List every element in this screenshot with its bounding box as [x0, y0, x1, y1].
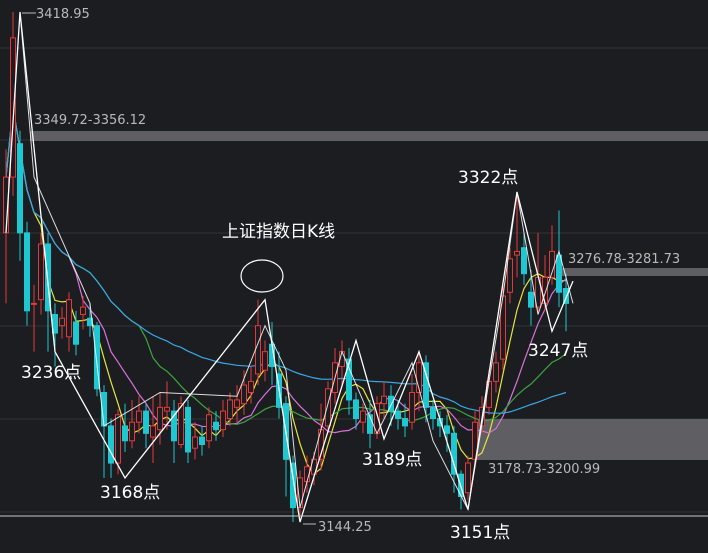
candle-9	[66, 292, 72, 352]
candle-5	[38, 232, 44, 315]
candle-65	[458, 470, 464, 510]
zone-label-1: 3349.72-3356.12	[34, 113, 146, 128]
candle-body-37	[262, 351, 268, 371]
candle-body-63	[444, 425, 450, 434]
candle-body-30	[213, 421, 219, 431]
candle-body-74	[521, 247, 527, 275]
candle-body-10	[73, 321, 79, 345]
zone-band-1	[30, 131, 708, 141]
candle-4	[31, 284, 37, 352]
candle-body-51	[360, 410, 366, 423]
candle-body-3	[24, 232, 30, 312]
candle-31	[220, 399, 226, 438]
high-price-label: 3418.95	[36, 7, 90, 22]
candle-body-8	[59, 317, 65, 327]
candle-66	[465, 455, 471, 501]
candle-body-11	[80, 306, 86, 316]
candle-body-19	[136, 410, 142, 423]
candle-body-75	[528, 291, 534, 308]
candle-body-4	[31, 302, 37, 305]
candle-body-33	[234, 399, 240, 408]
candle-19	[136, 396, 142, 434]
candle-body-15	[108, 425, 114, 464]
wave-label-3151: 3151点	[450, 523, 510, 543]
candle-24	[171, 399, 177, 464]
chart-title: 上证指数日K线	[222, 222, 335, 242]
candle-29	[206, 407, 212, 449]
ma-line-4	[5, 107, 567, 414]
candle-body-27	[192, 436, 198, 449]
candle-body-9	[66, 299, 72, 338]
zone-label-3: 3178.73-3200.99	[488, 462, 600, 477]
candle-75	[528, 269, 534, 326]
candle-body-61	[430, 406, 436, 419]
candle-body-58	[409, 392, 415, 423]
low-price-label: 3144.25	[318, 520, 372, 535]
candle-body-32	[227, 399, 233, 419]
candle-34	[241, 370, 247, 415]
candle-body-50	[353, 399, 359, 419]
candle-body-54	[381, 395, 387, 405]
candle-body-56	[395, 410, 401, 419]
candle-body-36	[255, 325, 261, 375]
candle-11	[80, 295, 86, 330]
candle-78	[549, 225, 555, 285]
candle-27	[192, 422, 198, 460]
candle-body-46	[325, 388, 331, 427]
candle-body-29	[206, 414, 212, 442]
candle-58	[409, 373, 415, 430]
candle-body-72	[507, 258, 513, 293]
zone-label-2: 3276.78-3281.73	[568, 252, 680, 267]
wave-label-3236: 3236点	[21, 363, 81, 383]
candle-body-28	[199, 436, 205, 445]
candle-body-18	[129, 421, 135, 442]
candle-22	[157, 392, 163, 445]
candle-body-66	[465, 462, 471, 494]
candle-32	[227, 392, 233, 426]
candle-52	[367, 399, 373, 449]
candle-body-57	[402, 417, 408, 427]
candle-20	[143, 403, 149, 449]
candle-21	[150, 396, 156, 464]
candle-body-73	[514, 250, 520, 256]
zone-band-2	[560, 268, 708, 276]
candle-70	[493, 351, 499, 393]
candle-body-21	[150, 425, 156, 438]
candle-2	[17, 130, 23, 261]
wave-label-3189: 3189点	[362, 450, 422, 470]
candle-body-16	[115, 414, 121, 464]
candle-8	[59, 307, 65, 339]
candle-60	[423, 355, 429, 423]
candle-17	[122, 403, 128, 452]
candle-body-17	[122, 425, 128, 442]
candle-6	[45, 232, 51, 352]
candle-body-79	[556, 254, 562, 293]
candle-body-5	[38, 243, 44, 301]
wave-label-3168: 3168点	[100, 483, 160, 503]
candle-body-22	[157, 406, 163, 431]
highlight-ellipse	[240, 259, 284, 293]
candle-28	[199, 425, 205, 456]
candle-body-26	[185, 406, 191, 453]
candle-18	[129, 399, 135, 449]
candle-body-34	[241, 384, 247, 405]
candle-body-70	[493, 362, 499, 382]
candle-body-2	[17, 143, 23, 234]
candle-body-23	[164, 406, 170, 412]
candle-body-20	[143, 410, 149, 434]
chart-canvas: 3418.95 3144.25 3349.72-3356.12 3276.78-…	[0, 7, 708, 543]
wave-label-3322: 3322点	[458, 168, 518, 188]
candle-14	[101, 385, 107, 478]
candle-13	[94, 321, 100, 397]
ma-line-3	[5, 107, 567, 425]
zone-band-3	[478, 419, 708, 460]
wave-label-3247: 3247点	[528, 341, 588, 361]
candle-body-35	[248, 380, 254, 394]
candle-3	[24, 221, 30, 326]
candle-body-31	[220, 410, 226, 431]
candle-37	[262, 340, 268, 382]
candle-26	[185, 399, 191, 464]
